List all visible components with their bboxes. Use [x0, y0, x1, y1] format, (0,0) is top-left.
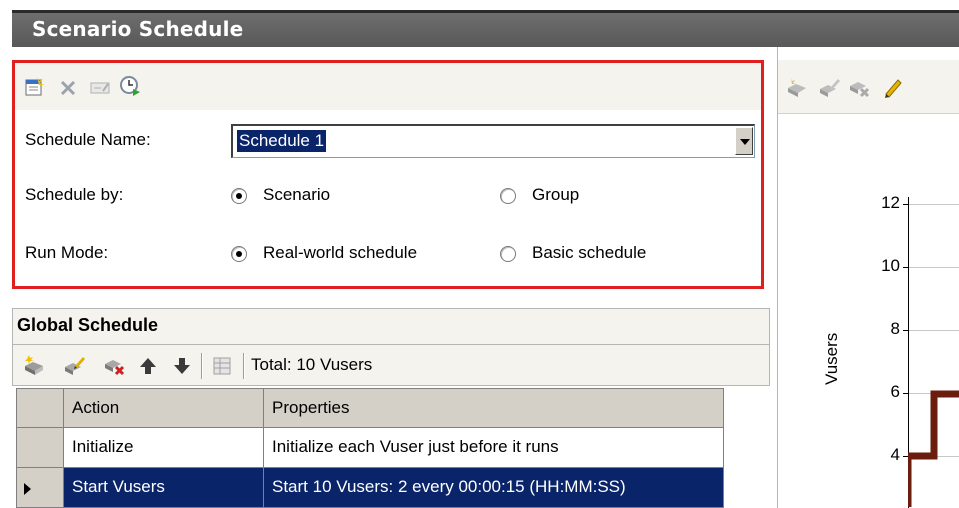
graph-toolbar — [778, 60, 959, 114]
run-mode-basic-label[interactable]: Basic schedule — [532, 243, 646, 263]
window-title: Scenario Schedule — [32, 17, 244, 41]
schedule-by-label: Schedule by: — [25, 185, 124, 204]
move-up-icon[interactable] — [137, 355, 159, 377]
run-mode-real-world-label[interactable]: Real-world schedule — [263, 243, 417, 263]
global-schedule-toolbar: Total: 10 Vusers — [12, 344, 770, 386]
schedule-by-group-label[interactable]: Group — [532, 185, 579, 205]
add-action-icon[interactable] — [23, 354, 45, 376]
left-panel: Schedule Name: Schedule 1 Schedule by: S… — [12, 47, 770, 508]
y-tick-label: 10 — [881, 256, 900, 275]
graph-tool-3-icon[interactable] — [848, 76, 870, 98]
schedule-definition-section: Schedule Name: Schedule 1 Schedule by: S… — [12, 60, 764, 289]
run-mode-label: Run Mode: — [25, 243, 109, 262]
run-mode-basic-radio[interactable] — [500, 246, 516, 262]
vusers-step-line — [908, 390, 959, 507]
y-tick-label: 4 — [890, 445, 900, 464]
delete-action-icon[interactable] — [103, 354, 125, 376]
combobox-dropdown-button[interactable] — [735, 127, 753, 155]
total-vusers-text: Total: 10 Vusers — [251, 355, 373, 374]
row-selector[interactable] — [16, 428, 64, 468]
y-tick-mark — [903, 267, 909, 268]
schedule-name-value[interactable]: Schedule 1 — [235, 129, 328, 153]
edit-action-icon[interactable] — [63, 354, 85, 376]
move-down-icon[interactable] — [171, 355, 193, 377]
gridline — [909, 267, 959, 268]
table-row-properties-cell[interactable]: Start 10 Vusers: 2 every 00:00:15 (HH:MM… — [264, 468, 724, 508]
column-header-properties[interactable]: Properties — [264, 388, 724, 428]
top-strip — [0, 0, 959, 10]
toolbar-separator — [201, 353, 203, 379]
grid-view-icon[interactable] — [211, 355, 233, 377]
global-schedule-title: Global Schedule — [17, 315, 159, 335]
table-row-action-cell[interactable]: Initialize — [64, 428, 264, 468]
run-mode-real-world-radio[interactable] — [231, 246, 247, 262]
schedule-by-scenario-label[interactable]: Scenario — [263, 185, 330, 205]
graph-tool-1-icon[interactable] — [786, 76, 808, 98]
column-header-action[interactable]: Action — [64, 388, 264, 428]
current-row-arrow-icon — [24, 483, 31, 495]
schedule-toolbar — [15, 63, 761, 110]
schedule-name-combobox[interactable]: Schedule 1 — [231, 124, 755, 158]
gridline — [909, 204, 959, 205]
pencil-icon[interactable] — [882, 76, 904, 98]
schedule-by-group-radio[interactable] — [500, 188, 516, 204]
graph-tool-2-icon[interactable] — [818, 76, 840, 98]
toolbar-separator — [243, 353, 245, 379]
grid-corner-header — [16, 388, 64, 428]
global-schedule-grid: Action Properties Initialize Initialize … — [16, 388, 758, 508]
y-tick-label: 8 — [890, 319, 900, 338]
schedule-name-label: Schedule Name: — [25, 130, 151, 149]
graph-panel: 12 10 8 6 4 Vusers — [777, 47, 959, 508]
new-schedule-icon[interactable] — [23, 76, 45, 98]
gridline — [909, 330, 959, 331]
window-title-bar: Scenario Schedule — [12, 10, 959, 47]
table-row-action-cell[interactable]: Start Vusers — [64, 468, 264, 508]
start-time-icon[interactable] — [119, 75, 141, 97]
global-schedule-header: Global Schedule — [12, 308, 770, 344]
y-tick-label: 12 — [881, 193, 900, 212]
y-tick-label: 6 — [890, 382, 900, 401]
table-row-properties-cell[interactable]: Initialize each Vuser just before it run… — [264, 428, 724, 468]
row-selector[interactable] — [16, 468, 64, 508]
schedule-by-scenario-radio[interactable] — [231, 188, 247, 204]
y-tick-mark — [903, 330, 909, 331]
rename-icon[interactable] — [89, 77, 111, 99]
delete-icon[interactable] — [57, 77, 79, 99]
y-tick-mark — [903, 204, 909, 205]
y-axis-label: Vusers — [822, 332, 841, 385]
